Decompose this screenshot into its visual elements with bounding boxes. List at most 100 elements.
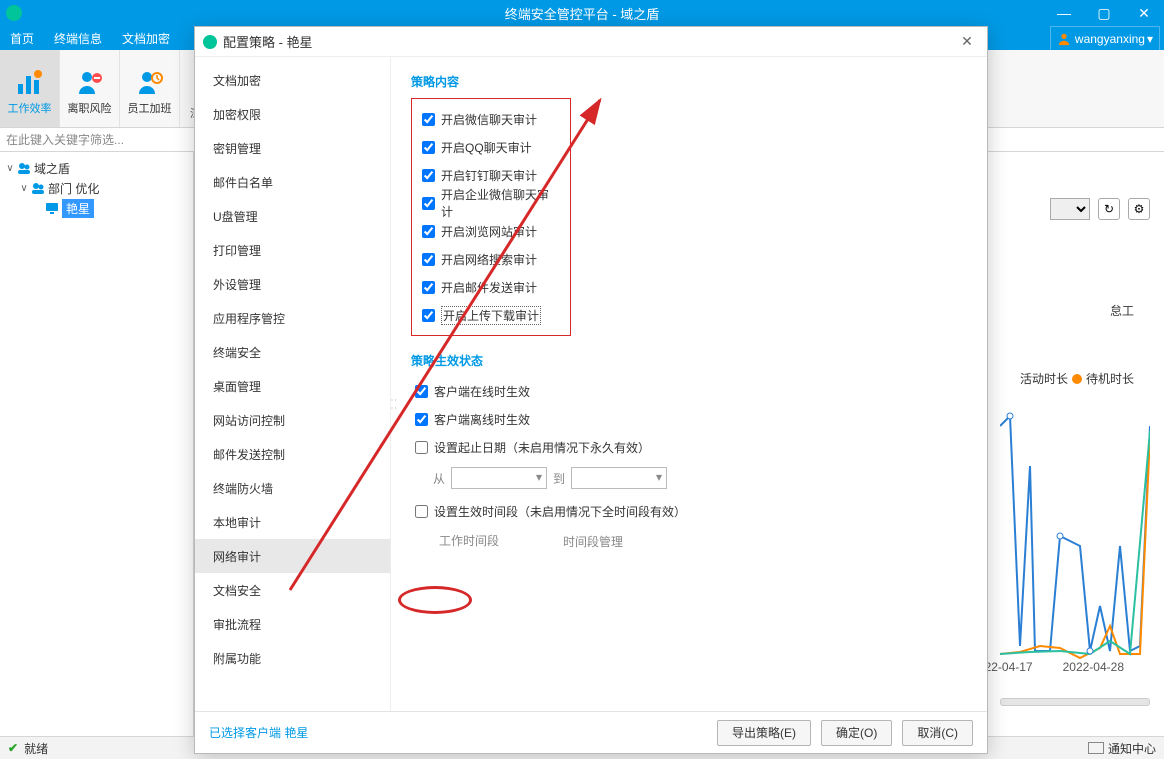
- resize-grip-icon[interactable]: ⋮⋮: [391, 397, 398, 413]
- dialog-close-button[interactable]: ✕: [955, 30, 979, 54]
- check-label: 客户端在线时生效: [434, 383, 530, 400]
- close-button[interactable]: ✕: [1124, 0, 1164, 26]
- dialog-titlebar: 配置策略 - 艳星 ✕: [195, 27, 987, 57]
- check-dingtalk-audit[interactable]: [422, 169, 435, 182]
- check-label: 开启网络搜索审计: [441, 251, 537, 268]
- legend-idle-label: 待机时长: [1086, 370, 1134, 387]
- nav-doc-encrypt[interactable]: 文档加密: [112, 26, 180, 50]
- x-tick: 22-04-17: [985, 660, 1033, 674]
- dialog-footer: 已选择客户端 艳星 导出策略(E) 确定(O) 取消(C): [195, 711, 987, 753]
- sidebar-item[interactable]: 终端安全: [195, 335, 390, 369]
- filter-select[interactable]: [1050, 198, 1090, 220]
- sidebar-item[interactable]: 文档加密: [195, 63, 390, 97]
- check-mail-audit[interactable]: [422, 281, 435, 294]
- sidebar-item[interactable]: 文档安全: [195, 573, 390, 607]
- dialog-title: 配置策略 - 艳星: [223, 32, 313, 51]
- sidebar-item[interactable]: 应用程序管控: [195, 301, 390, 335]
- check-label: 开启微信聊天审计: [441, 111, 537, 128]
- check-wechat-audit[interactable]: [422, 113, 435, 126]
- toolbar-leave-risk[interactable]: 离职风险: [60, 50, 120, 127]
- sidebar-item[interactable]: 审批流程: [195, 607, 390, 641]
- tree-dept[interactable]: ∨ 部门 优化: [4, 178, 189, 198]
- maximize-button[interactable]: ▢: [1084, 0, 1124, 26]
- toolbar-label: 工作效率: [8, 100, 52, 116]
- sidebar-item[interactable]: 外设管理: [195, 267, 390, 301]
- window-title: 终端安全管控平台 - 域之盾: [505, 4, 660, 23]
- sidebar-item[interactable]: 桌面管理: [195, 369, 390, 403]
- group-icon: [16, 160, 32, 176]
- sidebar-item-network-audit[interactable]: 网络审计: [195, 539, 390, 573]
- legend-active-label: 活动时长: [1020, 370, 1068, 387]
- tree-panel: ∨ 域之盾 ∨ 部门 优化 艳星: [0, 152, 194, 736]
- sidebar-item[interactable]: 打印管理: [195, 233, 390, 267]
- chart-area: [1000, 386, 1150, 696]
- status-ready: 就绪: [24, 740, 48, 757]
- notify-center[interactable]: 通知中心: [1108, 740, 1156, 757]
- ok-button[interactable]: 确定(O): [821, 720, 892, 746]
- sidebar-item[interactable]: 终端防火墙: [195, 471, 390, 505]
- sidebar-item[interactable]: 加密权限: [195, 97, 390, 131]
- sidebar-item[interactable]: U盘管理: [195, 199, 390, 233]
- date-to-select[interactable]: [571, 467, 667, 489]
- refresh-button[interactable]: ↻: [1098, 198, 1120, 220]
- check-label: 设置生效时间段（未启用情况下全时间段有效）: [434, 503, 686, 520]
- sidebar-item[interactable]: 密钥管理: [195, 131, 390, 165]
- user-minus-icon: [76, 68, 104, 96]
- chart-icon: [16, 68, 44, 96]
- sidebar-item[interactable]: 网站访问控制: [195, 403, 390, 437]
- nav-terminal-info[interactable]: 终端信息: [44, 26, 112, 50]
- window-titlebar: 终端安全管控平台 - 域之盾 — ▢ ✕: [0, 0, 1164, 26]
- to-label: 到: [553, 470, 565, 487]
- check-browse-audit[interactable]: [422, 225, 435, 238]
- toolbar-overtime[interactable]: 员工加班: [120, 50, 180, 127]
- time-manage-link[interactable]: 时间段管理: [563, 533, 623, 550]
- sidebar-item[interactable]: 本地审计: [195, 505, 390, 539]
- nav-home[interactable]: 首页: [0, 26, 44, 50]
- check-label: 设置起止日期（未启用情况下永久有效）: [434, 439, 650, 456]
- tree-root-label: 域之盾: [34, 160, 70, 177]
- x-tick: 2022-04-28: [1063, 660, 1124, 674]
- dialog-main: ⋮⋮ 策略内容 开启微信聊天审计 开启QQ聊天审计 开启钉钉聊天审计 开启企业微…: [391, 57, 987, 711]
- settings-button[interactable]: ⚙: [1128, 198, 1150, 220]
- toolbar-work-efficiency[interactable]: 工作效率: [0, 50, 60, 127]
- from-label: 从: [433, 470, 445, 487]
- check-wework-audit[interactable]: [422, 197, 435, 210]
- tree-client[interactable]: 艳星: [4, 198, 189, 218]
- dialog-sidebar: 文档加密 加密权限 密钥管理 邮件白名单 U盘管理 打印管理 外设管理 应用程序…: [195, 57, 391, 711]
- check-label: 开启邮件发送审计: [441, 279, 537, 296]
- minimize-button[interactable]: —: [1044, 0, 1084, 26]
- check-label: 开启QQ聊天审计: [441, 139, 532, 156]
- worktime-select[interactable]: 工作时间段: [433, 531, 551, 551]
- check-online-effective[interactable]: [415, 385, 428, 398]
- check-offline-effective[interactable]: [415, 413, 428, 426]
- user-name: wangyanxing: [1075, 32, 1145, 46]
- group-icon: [30, 180, 46, 196]
- sidebar-item[interactable]: 邮件发送控制: [195, 437, 390, 471]
- app-logo-icon: [6, 5, 22, 21]
- check-search-audit[interactable]: [422, 253, 435, 266]
- toolbar-label: 员工加班: [128, 100, 172, 116]
- export-policy-button[interactable]: 导出策略(E): [717, 720, 811, 746]
- check-upload-download-audit[interactable]: [422, 309, 435, 322]
- tree-root[interactable]: ∨ 域之盾: [4, 158, 189, 178]
- check-time-range[interactable]: [415, 505, 428, 518]
- check-qq-audit[interactable]: [422, 141, 435, 154]
- user-menu[interactable]: wangyanxing▾: [1050, 26, 1160, 50]
- check-icon: ✔: [8, 741, 18, 755]
- section-policy-content: 策略内容: [411, 73, 967, 90]
- policy-dialog: 配置策略 - 艳星 ✕ 文档加密 加密权限 密钥管理 邮件白名单 U盘管理 打印…: [194, 26, 988, 754]
- check-label: 客户端离线时生效: [434, 411, 530, 428]
- cancel-button[interactable]: 取消(C): [902, 720, 973, 746]
- date-from-select[interactable]: [451, 467, 547, 489]
- mail-icon: [1088, 742, 1104, 754]
- sidebar-item[interactable]: 附属功能: [195, 641, 390, 675]
- highlight-box: 开启微信聊天审计 开启QQ聊天审计 开启钉钉聊天审计 开启企业微信聊天审计 开启…: [411, 98, 571, 336]
- sidebar-item[interactable]: 邮件白名单: [195, 165, 390, 199]
- tree-toggle-icon[interactable]: ∨: [4, 163, 16, 174]
- check-label: 开启上传下载审计: [441, 306, 541, 325]
- monitor-icon: [44, 200, 60, 216]
- dialog-icon: [203, 35, 217, 49]
- scrollbar[interactable]: [1000, 698, 1150, 706]
- check-date-range[interactable]: [415, 441, 428, 454]
- tree-toggle-icon[interactable]: ∨: [18, 183, 30, 194]
